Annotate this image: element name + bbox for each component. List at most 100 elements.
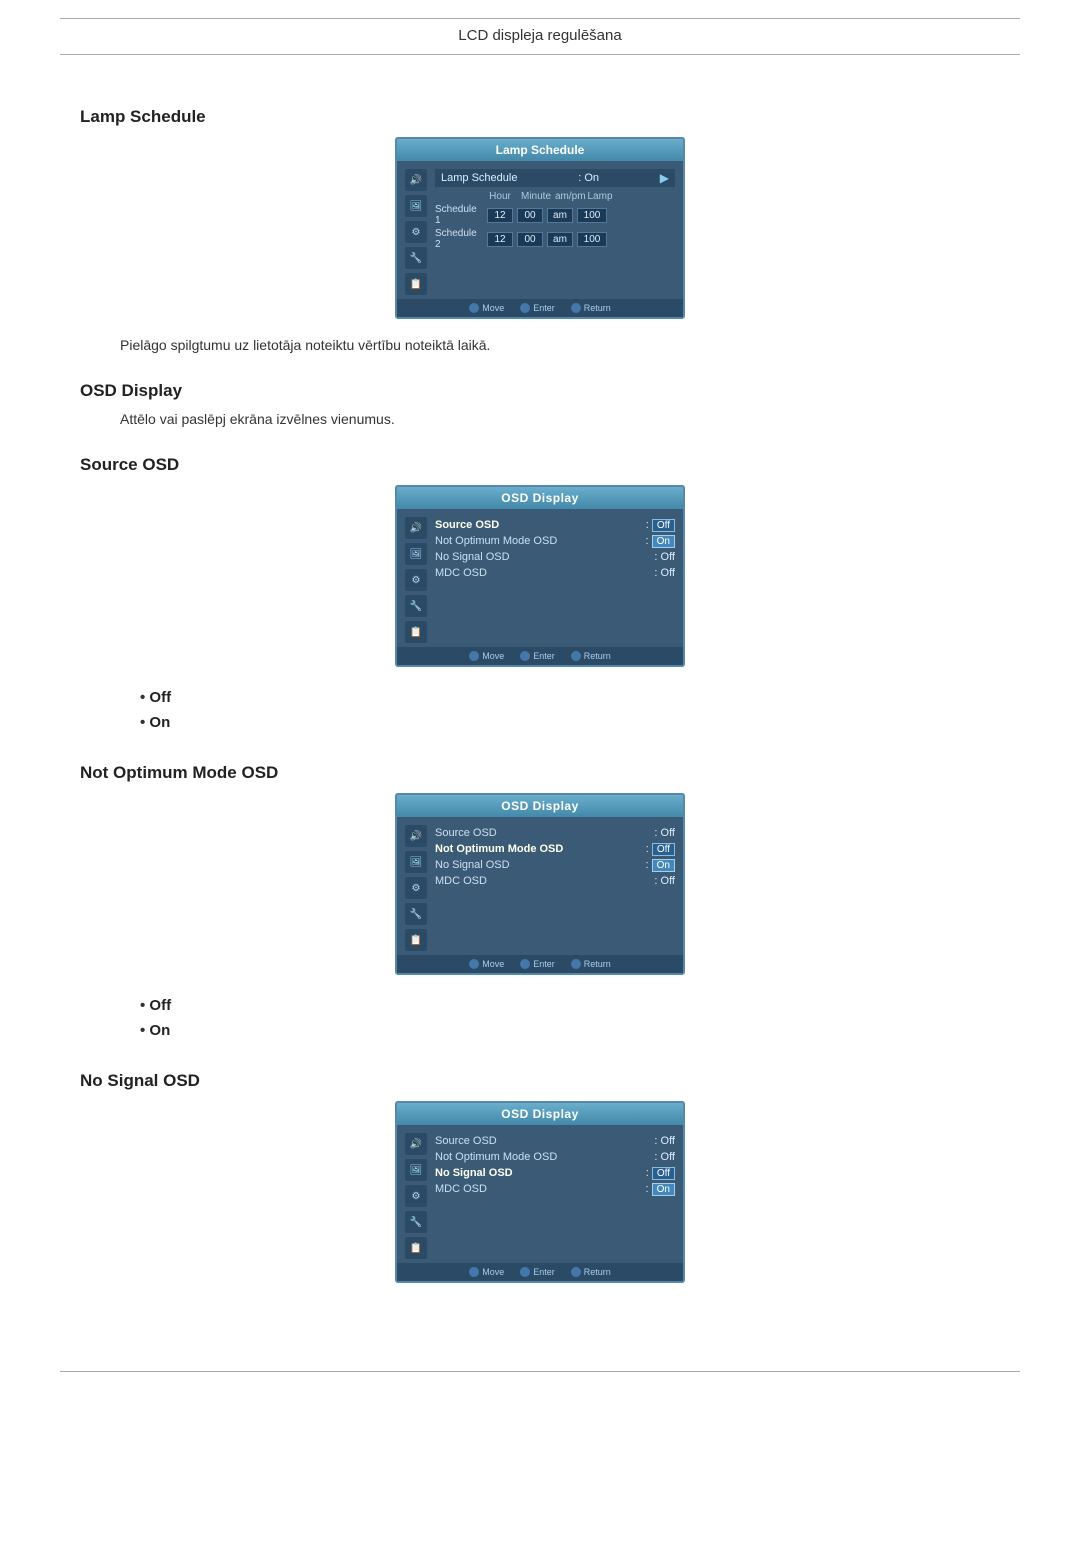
no-signal-val-2: : Off	[654, 1151, 675, 1163]
no-signal-footer-move: Move	[469, 1267, 504, 1277]
no-signal-row-2: Not Optimum Mode OSD : Off	[435, 1149, 675, 1165]
no-signal-label-1: Source OSD	[435, 1135, 497, 1147]
col-lamp: Lamp	[587, 191, 613, 202]
no-signal-row-4: MDC OSD : On	[435, 1181, 675, 1197]
ns-icon-1: 🔊	[405, 1133, 427, 1155]
col-minute: Minute	[521, 191, 547, 202]
not-optimum-footer-return: Return	[571, 959, 611, 969]
no-signal-row-3: No Signal OSD : Off	[435, 1165, 675, 1181]
schedule-1-label: Schedule 1	[435, 204, 483, 226]
not-optimum-footer: Move Enter Return	[397, 955, 683, 973]
section-title-no-signal: No Signal OSD	[80, 1071, 1000, 1091]
not-optimum-main: Source OSD : Off Not Optimum Mode OSD : …	[431, 823, 679, 951]
no-signal-body: 🔊 🖼 ⚙ 🔧 📋 Source OSD : Off Not Optimum M…	[397, 1125, 683, 1263]
source-footer-enter: Enter	[520, 651, 555, 661]
not-optimum-bullets: Off On	[140, 993, 1000, 1043]
icon-1: 🔊	[405, 169, 427, 191]
source-osd-screenshot: OSD Display 🔊 🖼 ⚙ 🔧 📋 Source OSD : Off N…	[80, 485, 1000, 667]
not-optimum-footer-move: Move	[469, 959, 504, 969]
icon-2: 🖼	[405, 195, 427, 217]
n-icon-4: 🔧	[405, 903, 427, 925]
source-osd-icons: 🔊 🖼 ⚙ 🔧 📋	[401, 515, 431, 643]
source-osd-val-1: : Off	[646, 519, 675, 531]
no-signal-on: On	[652, 1183, 675, 1196]
no-signal-label-4: MDC OSD	[435, 1183, 487, 1195]
page-title: LCD displeja regulēšana	[60, 19, 1020, 55]
s-icon-4: 🔧	[405, 595, 427, 617]
section-title-osd-display: OSD Display	[80, 381, 1000, 401]
source-osd-row-2: Not Optimum Mode OSD : On	[435, 533, 675, 549]
source-osd-label-1: Source OSD	[435, 519, 499, 531]
no-signal-val-1: : Off	[654, 1135, 675, 1147]
no-signal-footer: Move Enter Return	[397, 1263, 683, 1281]
lamp-schedule-screenshot: Lamp Schedule 🔊 🖼 ⚙ 🔧 📋 Lamp Schedule : …	[80, 137, 1000, 319]
source-osd-title: OSD Display	[397, 487, 683, 509]
n-icon-5: 📋	[405, 929, 427, 951]
no-signal-label-2: Not Optimum Mode OSD	[435, 1151, 557, 1163]
not-optimum-row-2: Not Optimum Mode OSD : Off	[435, 841, 675, 857]
lamp-schedule-desc: Pielāgo spilgtumu uz lietotāja noteiktu …	[120, 337, 1000, 353]
lamp-footer-return: Return	[571, 303, 611, 313]
arrow-right-icon: ▶	[660, 171, 669, 185]
bullet-off-1: Off	[140, 685, 1000, 710]
not-optimum-footer-enter: Enter	[520, 959, 555, 969]
not-optimum-on: On	[652, 859, 675, 872]
not-optimum-screenshot: OSD Display 🔊 🖼 ⚙ 🔧 📋 Source OSD : Off N…	[80, 793, 1000, 975]
lamp-top-row: Lamp Schedule : On ▶	[435, 169, 675, 187]
no-signal-row-1: Source OSD : Off	[435, 1133, 675, 1149]
lamp-schedule-label: Lamp Schedule	[441, 172, 517, 184]
lamp-title-bar: Lamp Schedule	[397, 139, 683, 161]
schedule-2-ampm: am	[547, 232, 573, 247]
lamp-footer-move: Move	[469, 303, 504, 313]
col-ampm: am/pm	[555, 191, 579, 202]
bullet-on-1: On	[140, 710, 1000, 735]
lamp-body: 🔊 🖼 ⚙ 🔧 📋 Lamp Schedule : On ▶ Hour Minu…	[397, 161, 683, 299]
source-osd-val-2: : On	[646, 535, 675, 547]
source-osd-row-4: MDC OSD : Off	[435, 565, 675, 581]
no-signal-main: Source OSD : Off Not Optimum Mode OSD : …	[431, 1131, 679, 1259]
ns-icon-4: 🔧	[405, 1211, 427, 1233]
schedule-1-ampm: am	[547, 208, 573, 223]
no-signal-label-3: No Signal OSD	[435, 1167, 513, 1179]
not-optimum-row-1: Source OSD : Off	[435, 825, 675, 841]
ns-icon-2: 🖼	[405, 1159, 427, 1181]
schedule-2-lamp: 100	[577, 232, 607, 247]
no-signal-box: OSD Display 🔊 🖼 ⚙ 🔧 📋 Source OSD : Off N…	[395, 1101, 685, 1283]
lamp-icons: 🔊 🖼 ⚙ 🔧 📋	[401, 167, 431, 295]
not-optimum-row-4: MDC OSD : Off	[435, 873, 675, 889]
not-optimum-val-2: : Off	[646, 843, 675, 855]
schedule-2-hour: 12	[487, 232, 513, 247]
not-optimum-label-3: No Signal OSD	[435, 859, 510, 871]
icon-3: ⚙	[405, 221, 427, 243]
source-osd-val-3: : Off	[654, 551, 675, 563]
s-icon-1: 🔊	[405, 517, 427, 539]
not-optimum-title: OSD Display	[397, 795, 683, 817]
schedule-2-label: Schedule 2	[435, 228, 483, 250]
not-optimum-label-2: Not Optimum Mode OSD	[435, 843, 563, 855]
source-osd-bullets: Off On	[140, 685, 1000, 735]
schedule-1-row: Schedule 1 12 00 am 100	[435, 204, 675, 226]
icon-4: 🔧	[405, 247, 427, 269]
source-osd-row-1: Source OSD : Off	[435, 517, 675, 533]
source-footer-return: Return	[571, 651, 611, 661]
not-optimum-val-4: : Off	[654, 875, 675, 887]
not-optimum-label-1: Source OSD	[435, 827, 497, 839]
schedule-1-minute: 00	[517, 208, 543, 223]
n-icon-3: ⚙	[405, 877, 427, 899]
lamp-schedule-value: : On	[578, 172, 599, 184]
not-optimum-body: 🔊 🖼 ⚙ 🔧 📋 Source OSD : Off Not Optimum M…	[397, 817, 683, 955]
s-icon-5: 📋	[405, 621, 427, 643]
not-optimum-val-3: : On	[646, 859, 675, 871]
source-osd-label-2: Not Optimum Mode OSD	[435, 535, 557, 547]
schedule-1-lamp: 100	[577, 208, 607, 223]
main-content: Lamp Schedule Lamp Schedule 🔊 🖼 ⚙ 🔧 📋 La…	[0, 55, 1080, 1341]
bullet-on-2: On	[140, 1018, 1000, 1043]
lamp-footer-enter: Enter	[520, 303, 555, 313]
osd-display-desc: Attēlo vai paslēpj ekrāna izvēlnes vienu…	[120, 411, 1000, 427]
source-osd-val-4: : Off	[654, 567, 675, 579]
no-signal-footer-enter: Enter	[520, 1267, 555, 1277]
lamp-main: Lamp Schedule : On ▶ Hour Minute am/pm L…	[431, 167, 679, 295]
lamp-col-headers: Hour Minute am/pm Lamp	[435, 191, 675, 204]
source-osd-label-4: MDC OSD	[435, 567, 487, 579]
col-hour: Hour	[487, 191, 513, 202]
